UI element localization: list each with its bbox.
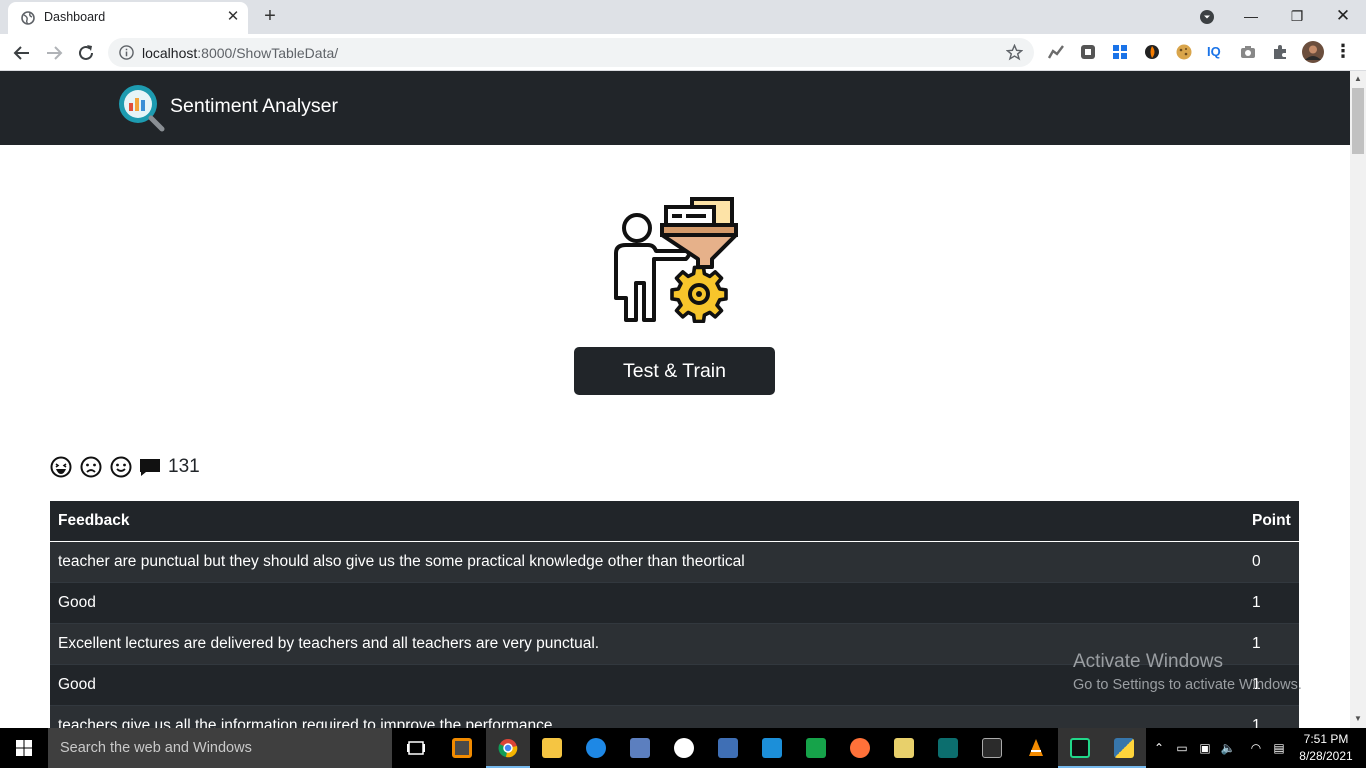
file-explorer-icon[interactable] — [530, 728, 574, 768]
chart-extension-icon[interactable] — [1047, 43, 1065, 61]
camera-extension-icon[interactable] — [1239, 43, 1257, 61]
clock-date: 8/28/2021 — [1299, 749, 1353, 763]
globe-icon — [21, 11, 35, 25]
url-text: localhost:8000/ShowTableData/ — [142, 45, 338, 61]
sublime-text-icon[interactable] — [440, 728, 484, 768]
taskbar-clock[interactable]: 7:51 PM 8/28/2021 — [1296, 731, 1356, 765]
minimize-icon[interactable]: — — [1228, 0, 1274, 34]
feedback-count: 131 — [168, 456, 200, 477]
point-cell: 1 — [1252, 717, 1261, 728]
folder-app-icon[interactable] — [882, 728, 926, 768]
comment-icon — [140, 459, 160, 476]
feedback-cell: teacher are punctual but they should als… — [58, 553, 745, 570]
browser-tab-strip: Dashboard ✕ + — ❐ ✕ — [0, 0, 1366, 34]
grammar-extension-icon[interactable] — [1079, 43, 1097, 61]
browser-menu-icon[interactable]: ⋮ — [1320, 34, 1366, 71]
close-window-icon[interactable]: ✕ — [1320, 0, 1366, 34]
brand-name[interactable]: Sentiment Analyser — [170, 95, 338, 118]
display-icon[interactable]: ▣ — [1197, 740, 1213, 756]
firefox-icon[interactable] — [838, 728, 882, 768]
scroll-up-icon[interactable]: ▲ — [1353, 74, 1363, 84]
site-navbar: Sentiment Analyser — [0, 71, 1350, 145]
volume-icon[interactable]: 🔈 — [1220, 740, 1236, 756]
windows-start-icon[interactable] — [0, 728, 48, 768]
chrome-icon[interactable] — [486, 728, 530, 768]
network-app-icon[interactable] — [618, 728, 662, 768]
edge-icon[interactable] — [574, 728, 618, 768]
new-tab-icon[interactable]: + — [259, 5, 281, 27]
browser-tab[interactable]: Dashboard ✕ — [8, 2, 248, 34]
green-app-icon[interactable] — [794, 728, 838, 768]
terminal-icon[interactable] — [970, 728, 1014, 768]
taskbar-search-placeholder: Search the web and Windows — [60, 740, 252, 756]
column-header-feedback: Feedback — [58, 512, 130, 529]
page-scrollbar[interactable]: ▲ ▼ — [1350, 71, 1366, 728]
info-icon[interactable] — [119, 45, 134, 60]
restore-icon[interactable]: ❐ — [1274, 0, 1320, 34]
clock-time: 7:51 PM — [1303, 732, 1349, 746]
flame-extension-icon[interactable] — [1143, 43, 1161, 61]
feedback-cell: Excellent lectures are delivered by teac… — [58, 635, 600, 652]
python-icon[interactable] — [1102, 728, 1146, 768]
table-row: teachers give us all the information req… — [50, 706, 1299, 728]
tab-close-icon[interactable]: ✕ — [224, 8, 242, 26]
url-path: :8000/ShowTableData/ — [197, 45, 339, 61]
watermark-subtitle: Go to Settings to activate Windows. — [1073, 677, 1302, 693]
tray-expand-icon[interactable]: ⌃ — [1151, 740, 1167, 756]
brand-logo-icon[interactable] — [116, 83, 168, 135]
bookmark-star-icon[interactable] — [1006, 44, 1023, 61]
table-row: teacher are punctual but they should als… — [50, 542, 1299, 583]
notification-icon[interactable]: ▤ — [1271, 740, 1287, 756]
feedback-table: Feedback Point teacher are punctual but … — [50, 501, 1299, 728]
cookie-extension-icon[interactable] — [1175, 43, 1193, 61]
smiling-face-icon — [110, 456, 132, 478]
table-row: Good 1 — [50, 583, 1299, 624]
feedback-cell: Good — [58, 594, 96, 611]
point-cell: 0 — [1252, 553, 1261, 570]
feedback-cell: teachers give us all the information req… — [58, 717, 553, 728]
reload-icon[interactable] — [74, 41, 98, 65]
address-bar[interactable]: localhost:8000/ShowTableData/ — [108, 38, 1034, 67]
feedback-cell: Good — [58, 676, 96, 693]
activate-windows-watermark: Activate Windows Go to Settings to activ… — [1073, 651, 1302, 693]
data-processing-illustration-icon — [614, 197, 738, 323]
taskbar-search-box[interactable]: Search the web and Windows — [48, 728, 392, 768]
wifi-icon[interactable]: ◠ — [1248, 740, 1264, 756]
word-app-icon[interactable] — [662, 728, 706, 768]
remote-desktop-icon[interactable] — [706, 728, 750, 768]
tab-title: Dashboard — [44, 10, 106, 24]
pycharm-icon[interactable] — [1058, 728, 1102, 768]
task-view-icon[interactable] — [394, 728, 438, 768]
point-cell: 1 — [1252, 594, 1261, 611]
test-train-button[interactable]: Test & Train — [574, 347, 775, 395]
forward-icon[interactable] — [42, 41, 66, 65]
vlc-icon[interactable] — [1014, 728, 1058, 768]
watermark-title: Activate Windows — [1073, 651, 1223, 672]
iq-extension-icon[interactable]: IQ — [1207, 43, 1225, 61]
back-icon[interactable] — [10, 41, 34, 65]
browser-toolbar: localhost:8000/ShowTableData/ IQ ⋮ — [0, 34, 1366, 71]
table-header-row: Feedback Point — [50, 501, 1299, 542]
puzzle-extensions-icon[interactable] — [1271, 43, 1289, 61]
vs-code-icon[interactable] — [750, 728, 794, 768]
grid-extension-icon[interactable] — [1111, 43, 1129, 61]
scrollbar-thumb[interactable] — [1352, 88, 1364, 154]
scroll-down-icon[interactable]: ▼ — [1353, 714, 1363, 724]
laughing-face-icon — [50, 456, 72, 478]
battery-icon[interactable]: ▭ — [1174, 740, 1190, 756]
media-app-icon[interactable] — [926, 728, 970, 768]
column-header-point: Point — [1252, 512, 1291, 529]
windows-taskbar: Search the web and Windows ⌃ ▭ ▣ 🔈 ◠ ▤ 7… — [0, 728, 1366, 768]
url-host: localhost — [142, 45, 198, 61]
frowning-face-icon — [80, 456, 102, 478]
page-viewport: Sentiment Analyser Test & Train 131 Feed… — [0, 71, 1350, 728]
tab-search-icon[interactable] — [1184, 0, 1230, 34]
